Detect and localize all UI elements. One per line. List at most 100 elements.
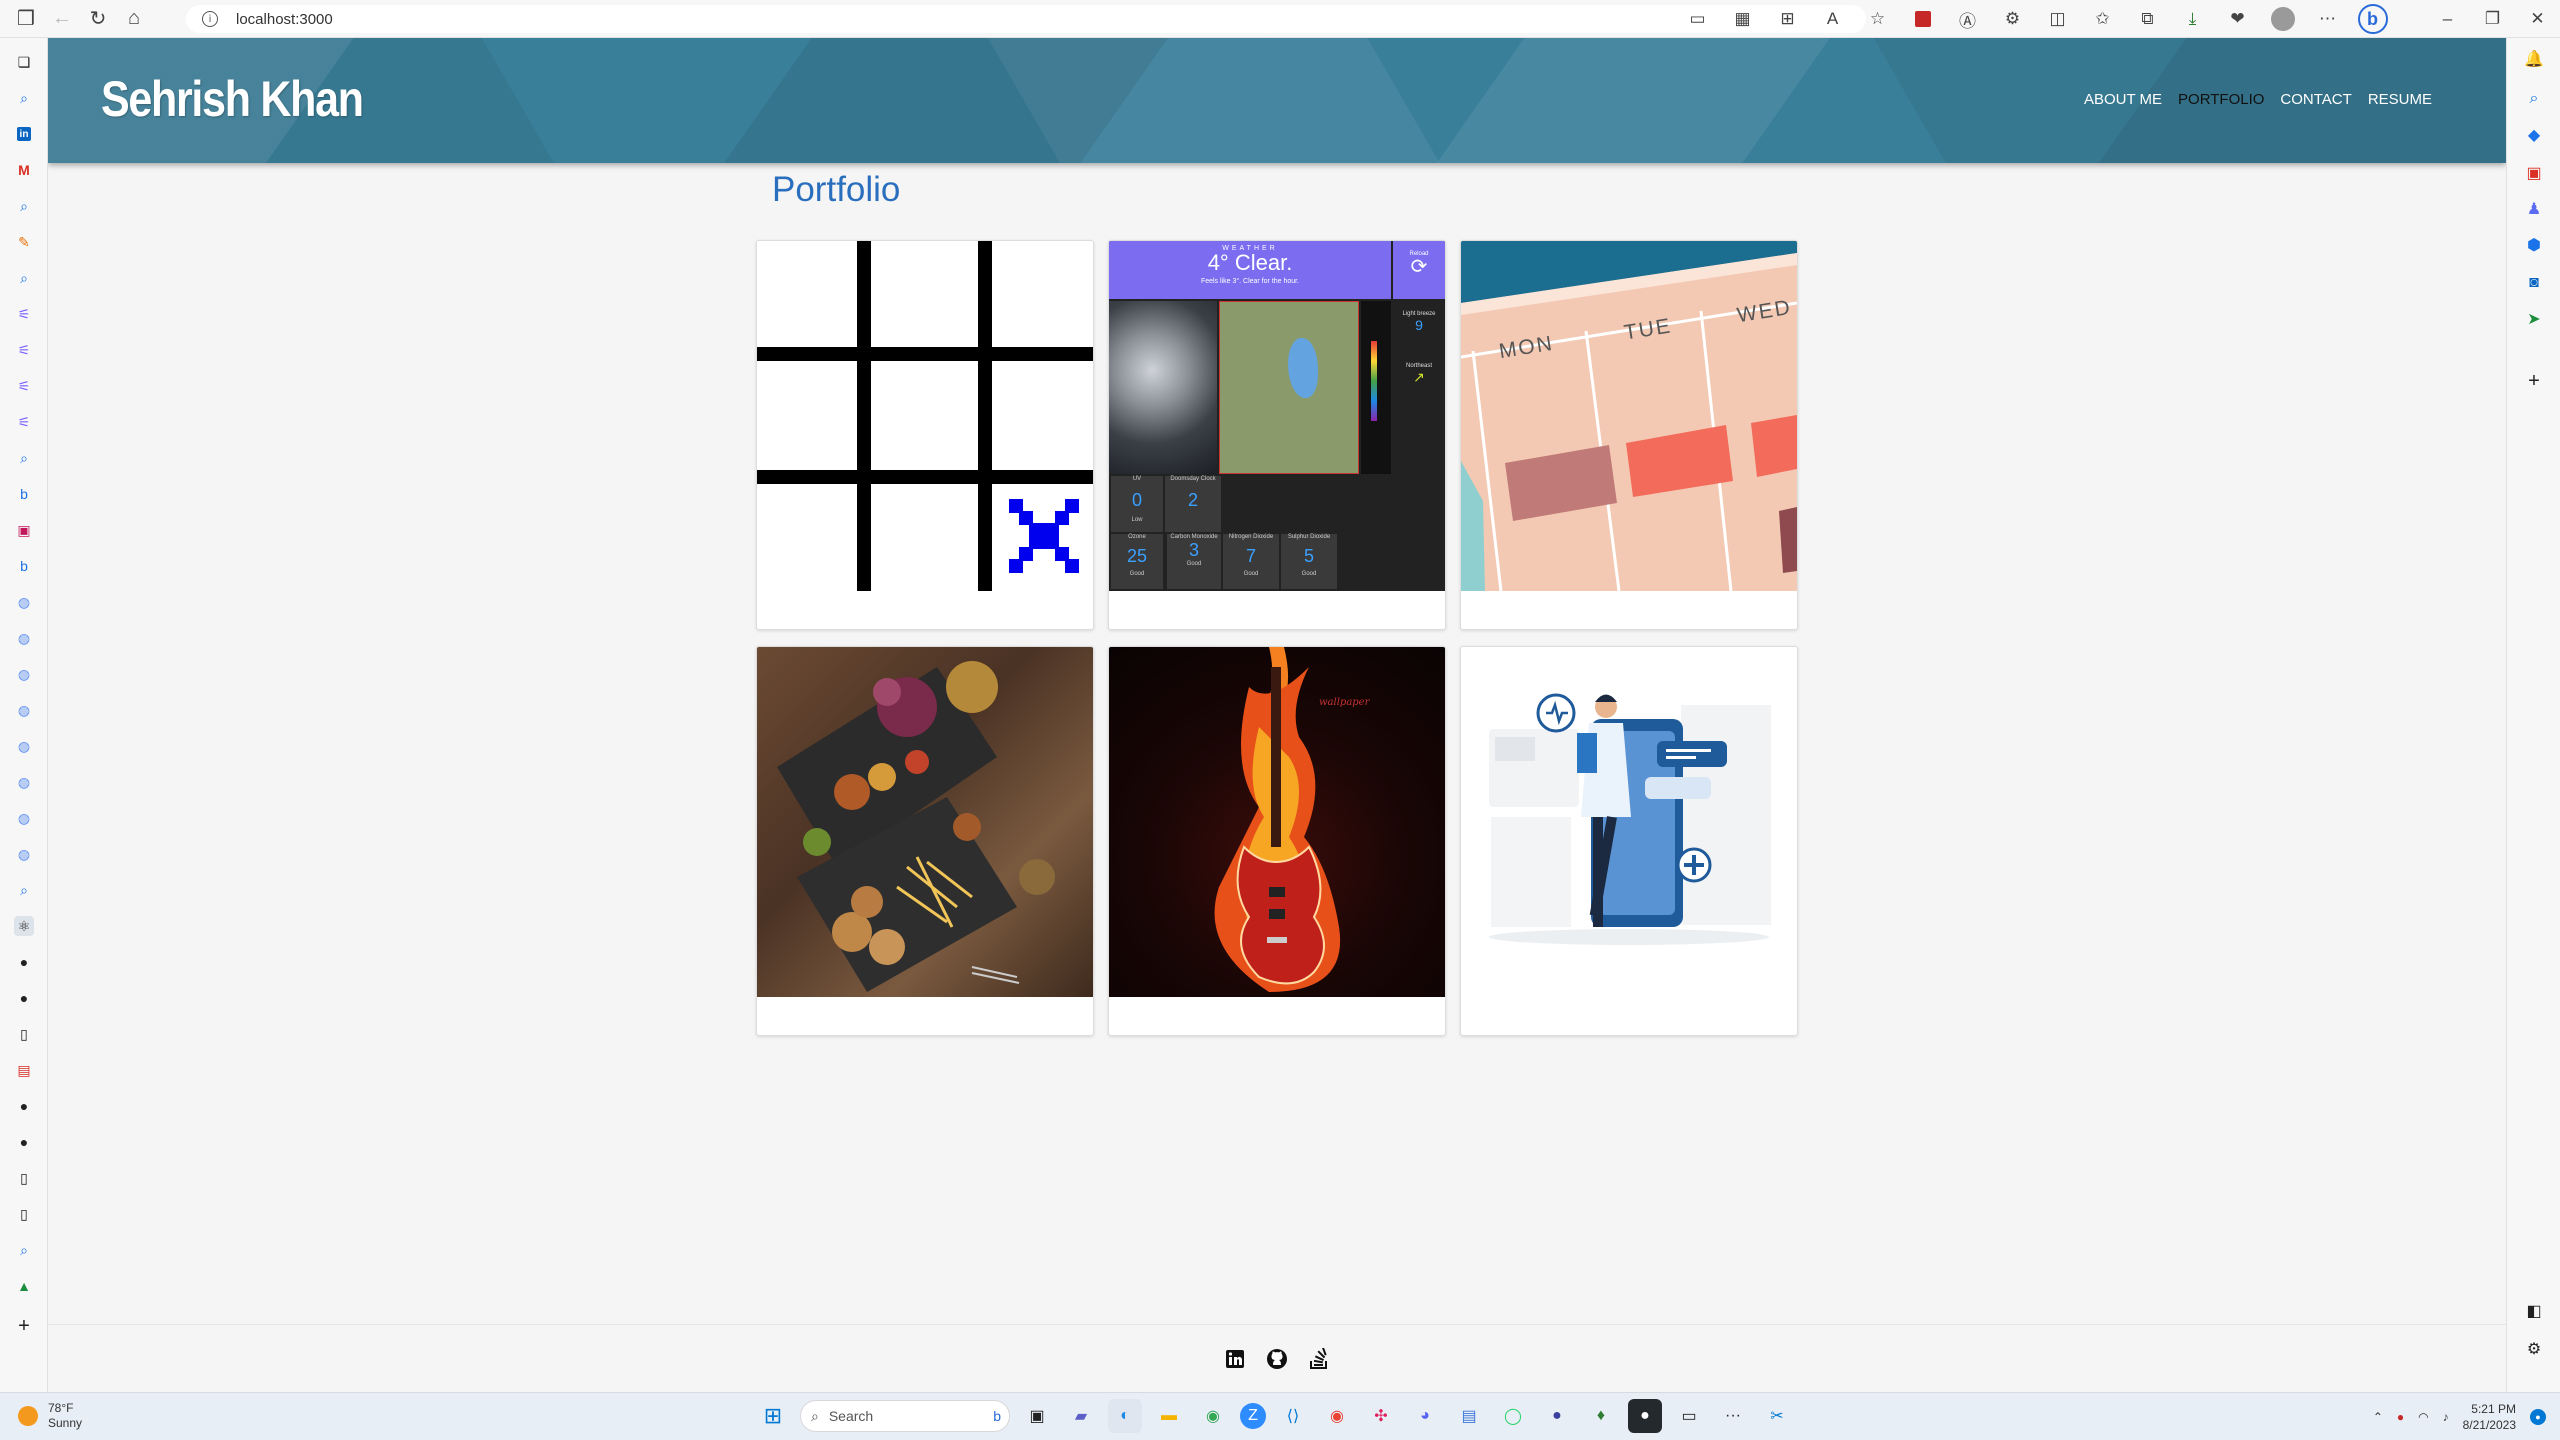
outlook-icon[interactable]: ◙: [2523, 272, 2545, 294]
github-icon[interactable]: [1266, 1348, 1288, 1370]
project-thumbnail-weather[interactable]: WEATHER 4° Clear. Feels like 3°. Clear f…: [1109, 241, 1445, 591]
tab-github-icon-2[interactable]: ●: [14, 988, 34, 1008]
sidebar-settings-icon[interactable]: ⚙: [2523, 1338, 2545, 1360]
project-card-music[interactable]: wallpaper: [1108, 646, 1446, 1036]
collections-icon[interactable]: ⧉: [2125, 1, 2170, 37]
task-view-icon[interactable]: ▣: [1020, 1399, 1054, 1433]
tab-doc-icon-3[interactable]: ▯: [14, 1204, 34, 1224]
shopping-icon[interactable]: ◆: [2523, 124, 2545, 146]
tab-search-icon-3[interactable]: ⌕: [14, 268, 34, 288]
tab-globe-icon-8[interactable]: ◍: [14, 844, 34, 864]
bing-copilot-icon[interactable]: b: [2350, 1, 2395, 37]
tab-drive-icon[interactable]: ▲: [14, 1276, 34, 1296]
tab-feather-icon-4[interactable]: ⚟: [14, 412, 34, 432]
project-card-calendar[interactable]: MON TUE WED: [1460, 240, 1798, 630]
nav-contact[interactable]: CONTACT: [2272, 91, 2359, 108]
read-aloud-icon[interactable]: ▭: [1675, 1, 1720, 37]
tray-overflow-icon[interactable]: ⌃: [2373, 1410, 2383, 1424]
nav-about-me[interactable]: ABOUT ME: [2076, 91, 2170, 108]
back-button[interactable]: ←: [44, 1, 80, 37]
tab-search-icon[interactable]: ⌕: [14, 88, 34, 108]
new-tab-plus-icon[interactable]: +: [14, 1315, 34, 1337]
site-name[interactable]: Sehrish Khan: [101, 70, 364, 128]
tab-search-icon-6[interactable]: ⌕: [14, 1240, 34, 1260]
favorite-star-icon[interactable]: ☆: [1855, 1, 1900, 37]
notepad-icon[interactable]: ▤: [1452, 1399, 1486, 1433]
tab-linkedin-icon[interactable]: in: [14, 124, 34, 144]
tab-doc-icon-2[interactable]: ▯: [14, 1168, 34, 1188]
taskbar-weather-widget[interactable]: 78°F Sunny: [18, 1401, 82, 1431]
teams-chat-icon[interactable]: ▰: [1064, 1399, 1098, 1433]
minimize-button[interactable]: –: [2425, 1, 2470, 37]
tab-search-icon-2[interactable]: ⌕: [14, 196, 34, 216]
site-info-icon[interactable]: i: [202, 11, 218, 27]
restore-button[interactable]: ❐: [2470, 1, 2515, 37]
weather-reload-icon[interactable]: ⟳: [1393, 257, 1445, 277]
tools-icon[interactable]: ▣: [2523, 162, 2545, 184]
favorites-icon[interactable]: ✩: [2080, 1, 2125, 37]
tab-react-icon-active[interactable]: ⚛: [14, 916, 34, 936]
tab-bing-icon-2[interactable]: b: [14, 556, 34, 576]
home-button[interactable]: ⌂: [116, 1, 152, 37]
tab-gmail-icon[interactable]: M: [14, 160, 34, 180]
project-thumbnail-food[interactable]: [757, 647, 1093, 997]
start-button[interactable]: ⊞: [756, 1399, 790, 1433]
split-screen-icon[interactable]: ◫: [2035, 1, 2080, 37]
project-card-restaurant[interactable]: [756, 646, 1094, 1036]
tab-actions-icon[interactable]: ❏: [14, 52, 34, 72]
hide-sidebar-icon[interactable]: ◧: [2523, 1300, 2545, 1322]
tray-app-icon[interactable]: ●: [2397, 1410, 2404, 1424]
app-icon-window[interactable]: ▭: [1672, 1399, 1706, 1433]
text-size-icon[interactable]: A: [1810, 1, 1855, 37]
tab-feather-icon-3[interactable]: ⚟: [14, 376, 34, 396]
chrome-icon-2[interactable]: ◉: [1320, 1399, 1354, 1433]
extension-red-icon[interactable]: [1900, 1, 1945, 37]
drop-icon[interactable]: ➤: [2523, 308, 2545, 330]
nav-resume[interactable]: RESUME: [2360, 91, 2440, 108]
tab-globe-icon-1[interactable]: ◍: [14, 592, 34, 612]
tab-image-icon[interactable]: ▣: [14, 520, 34, 540]
tab-page-icon[interactable]: ✎: [14, 232, 34, 252]
app-icon-purple[interactable]: ●: [1540, 1399, 1574, 1433]
wifi-icon[interactable]: ◠: [2418, 1410, 2428, 1424]
apps-icon[interactable]: ⊞: [1765, 1, 1810, 37]
whatsapp-icon[interactable]: ◯: [1496, 1399, 1530, 1433]
extensions-icon[interactable]: ⚙: [1990, 1, 2035, 37]
profile-avatar[interactable]: [2260, 1, 2305, 37]
tab-search-icon-5[interactable]: ⌕: [14, 880, 34, 900]
file-explorer-icon[interactable]: ▬: [1152, 1399, 1186, 1433]
tab-globe-icon-6[interactable]: ◍: [14, 772, 34, 792]
address-bar[interactable]: i localhost:3000: [186, 5, 1866, 33]
vscode-icon[interactable]: ⟨⟩: [1276, 1399, 1310, 1433]
discord-icon[interactable]: ◕: [1408, 1399, 1442, 1433]
notifications-icon[interactable]: 🔔: [2523, 48, 2545, 70]
volume-icon[interactable]: ♪: [2443, 1410, 2449, 1424]
project-thumbnail-guitar[interactable]: wallpaper: [1109, 647, 1445, 997]
project-thumbnail-tic-tac-toe[interactable]: [757, 241, 1093, 591]
tab-doc-icon-1[interactable]: ▯: [14, 1024, 34, 1044]
notification-badge[interactable]: ●: [2530, 1409, 2546, 1425]
close-window-button[interactable]: ✕: [2515, 1, 2560, 37]
games-icon[interactable]: ♟: [2523, 198, 2545, 220]
tab-feather-icon-1[interactable]: ⚟: [14, 304, 34, 324]
edge-app-icon[interactable]: ◐: [1108, 1399, 1142, 1433]
extension-a-icon[interactable]: Ⓐ: [1945, 1, 1990, 37]
taskbar-clock[interactable]: 5:21 PM 8/21/2023: [2463, 1401, 2516, 1433]
nav-portfolio[interactable]: PORTFOLIO: [2170, 91, 2272, 108]
linkedin-icon[interactable]: [1224, 1348, 1246, 1370]
slack-icon[interactable]: ✣: [1364, 1399, 1398, 1433]
tab-globe-icon-5[interactable]: ◍: [14, 736, 34, 756]
tab-feather-icon-2[interactable]: ⚟: [14, 340, 34, 360]
tab-globe-icon-3[interactable]: ◍: [14, 664, 34, 684]
github-desktop-icon[interactable]: ●: [1628, 1399, 1662, 1433]
microsoft365-icon[interactable]: ⬢: [2523, 234, 2545, 256]
snipping-tool-icon[interactable]: ✂: [1760, 1399, 1794, 1433]
project-card-tic-tac-toe[interactable]: [756, 240, 1094, 630]
tab-globe-icon-7[interactable]: ◍: [14, 808, 34, 828]
stack-overflow-icon[interactable]: [1308, 1347, 1330, 1370]
tab-pdf-icon[interactable]: ▤: [14, 1060, 34, 1080]
project-thumbnail-calendar[interactable]: MON TUE WED: [1461, 241, 1797, 591]
sidebar-search-icon[interactable]: ⌕: [2523, 88, 2545, 110]
app-icon-green[interactable]: ♦: [1584, 1399, 1618, 1433]
tab-github-icon-4[interactable]: ●: [14, 1132, 34, 1152]
